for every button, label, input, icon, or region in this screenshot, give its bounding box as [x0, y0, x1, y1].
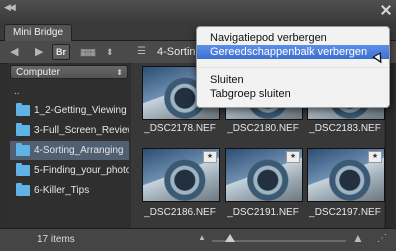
folder-icon [16, 143, 30, 156]
back-arrow-icon[interactable]: ◀ [10, 45, 18, 59]
folder-icon [16, 183, 30, 196]
slider-thumb[interactable] [225, 234, 235, 242]
parent-folder-item[interactable]: .. [14, 86, 20, 97]
folder-icon [16, 103, 30, 116]
mini-bridge-panel: ◀◀ Mini Bridge ▼ ◀ ▶ Br ▦▦ ⬍ ☰ 4-Sorting… [0, 0, 396, 251]
raw-badge-icon: ★ [203, 151, 217, 163]
menu-item-close[interactable]: Sluiten [197, 73, 389, 87]
folder-icon [16, 163, 30, 176]
collapse-chevron-icon[interactable]: ◀◀ [4, 2, 16, 13]
panel-title-bar[interactable]: ◀◀ [0, 0, 396, 23]
small-thumbnail-icon[interactable]: ▲ [198, 233, 206, 242]
forward-arrow-icon[interactable]: ▶ [35, 45, 43, 59]
path-menu-icon[interactable]: ☰ [137, 45, 146, 59]
thumbnail-image[interactable]: ★ [142, 148, 220, 202]
tab-mini-bridge[interactable]: Mini Bridge [4, 24, 73, 41]
folder-item[interactable]: 5-Finding_your_photos [10, 161, 129, 180]
large-thumbnail-icon[interactable]: ▲ [352, 231, 364, 245]
status-bar: 17 items ▲ ▲ ⋰ [0, 228, 396, 251]
bridge-button[interactable]: Br [52, 44, 70, 60]
resize-grip-icon[interactable]: ⋰ [377, 233, 387, 244]
location-select-value: Computer [16, 67, 60, 78]
folder-label: 3-Full_Screen_Review [34, 125, 129, 136]
thumbnail-filename: _DSC2180.NEF [227, 123, 299, 134]
folder-label: 5-Finding_your_photos [34, 165, 129, 176]
thumbnail-image[interactable]: ★ [307, 148, 385, 202]
menu-item-hide-toolbar[interactable]: Gereedschappenbalk verbergen [197, 45, 389, 59]
raw-badge-icon: ★ [286, 151, 300, 163]
path-breadcrumb[interactable]: 4-Sorting [157, 45, 202, 59]
menu-item-close-tab-group[interactable]: Tabgroep sluiten [197, 87, 389, 101]
folder-item[interactable]: 1_2-Getting_Viewing [10, 101, 129, 120]
menu-separator [198, 67, 388, 68]
sort-icon[interactable]: ⬍ [106, 45, 114, 59]
view-grid-icon[interactable]: ▦▦ [80, 45, 96, 59]
folder-item[interactable]: 3-Full_Screen_Review [10, 121, 129, 140]
folder-label: 6-Killer_Tips [34, 185, 90, 196]
raw-badge-icon: ★ [368, 151, 382, 163]
folder-icon [16, 123, 30, 136]
menu-item-hide-navigation-pod[interactable]: Navigatiepod verbergen [197, 31, 389, 45]
select-arrows-icon: ⬍ [116, 68, 123, 77]
location-select[interactable]: Computer ⬍ [10, 65, 128, 79]
context-menu: Navigatiepod verbergen Gereedschappenbal… [196, 26, 390, 108]
folder-item-selected[interactable]: 4-Sorting_Arranging [10, 141, 129, 160]
folder-label: 4-Sorting_Arranging [34, 145, 124, 156]
thumbnail-filename: _DSC2186.NEF [144, 207, 216, 218]
thumbnail-image[interactable]: ★ [225, 148, 303, 202]
folder-item[interactable]: 6-Killer_Tips [10, 181, 129, 200]
thumbnail-filename: _DSC2183.NEF [309, 123, 381, 134]
thumbnail-filename: _DSC2178.NEF [144, 123, 216, 134]
thumbnail-filename: _DSC2197.NEF [309, 207, 381, 218]
items-count: 17 items [37, 234, 75, 245]
folder-label: 1_2-Getting_Viewing [34, 105, 127, 116]
close-icon[interactable] [380, 4, 392, 16]
thumbnail-filename: _DSC2191.NEF [227, 207, 299, 218]
